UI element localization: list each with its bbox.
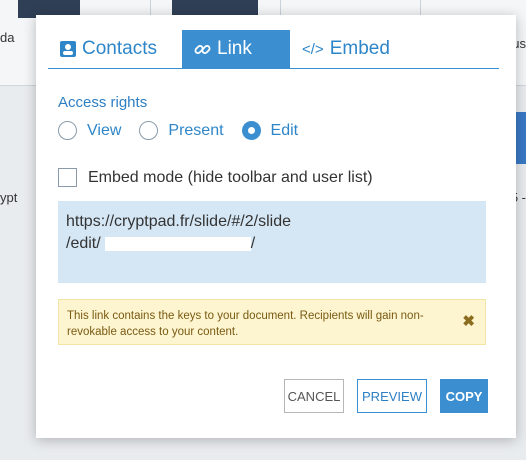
access-rights-radio-group: View Present Edit <box>58 121 298 140</box>
link-icon <box>194 41 211 58</box>
tab-contacts[interactable]: Contacts <box>48 30 182 68</box>
background-text: da <box>0 30 15 45</box>
radio-button[interactable] <box>58 121 77 140</box>
access-rights-label: Access rights <box>58 94 148 111</box>
redacted-key <box>104 236 251 251</box>
share-link-prefix: /edit/ <box>66 235 101 252</box>
share-link-line: /edit/ / <box>66 233 478 255</box>
warning-text: This link contains the keys to your docu… <box>67 310 424 338</box>
embed-mode-label: Embed mode (hide toolbar and user list) <box>88 168 373 186</box>
radio-view[interactable]: View <box>58 121 121 140</box>
copy-button[interactable]: COPY <box>440 379 488 413</box>
radio-label: View <box>87 121 122 139</box>
code-icon: </> <box>302 40 324 58</box>
tab-label: Contacts <box>82 38 157 59</box>
share-link-suffix: / <box>250 235 256 252</box>
share-link-field[interactable]: https://cryptpad.fr/slide/#/2/slide /edi… <box>58 201 486 283</box>
tab-bar: Contacts Link </> Embed <box>48 30 499 69</box>
radio-button[interactable] <box>139 121 159 140</box>
close-icon[interactable]: ✖ <box>462 314 475 330</box>
radio-label: Present <box>168 121 224 139</box>
share-link-line: https://cryptpad.fr/slide/#/2/slide <box>66 213 291 230</box>
tab-link[interactable]: Link <box>182 30 290 68</box>
dialog-actions: CANCEL PREVIEW COPY <box>284 379 488 413</box>
warning-banner: This link contains the keys to your docu… <box>58 299 486 345</box>
radio-label: Edit <box>270 121 299 139</box>
tab-label: Embed <box>329 38 390 59</box>
background-text: ypt <box>0 190 18 205</box>
radio-present[interactable]: Present <box>139 121 224 140</box>
share-dialog: Contacts Link </> Embed Access rights Vi… <box>36 15 516 438</box>
tab-label: Link <box>217 38 252 59</box>
preview-button[interactable]: PREVIEW <box>357 379 427 413</box>
cancel-button[interactable]: CANCEL <box>284 379 344 413</box>
radio-button-checked[interactable] <box>241 121 261 140</box>
contact-card-icon <box>60 41 76 57</box>
radio-edit[interactable]: Edit <box>241 121 299 140</box>
embed-mode-checkbox[interactable] <box>58 168 77 187</box>
embed-mode-option[interactable]: Embed mode (hide toolbar and user list) <box>58 168 373 187</box>
tab-embed[interactable]: </> Embed <box>290 30 410 68</box>
